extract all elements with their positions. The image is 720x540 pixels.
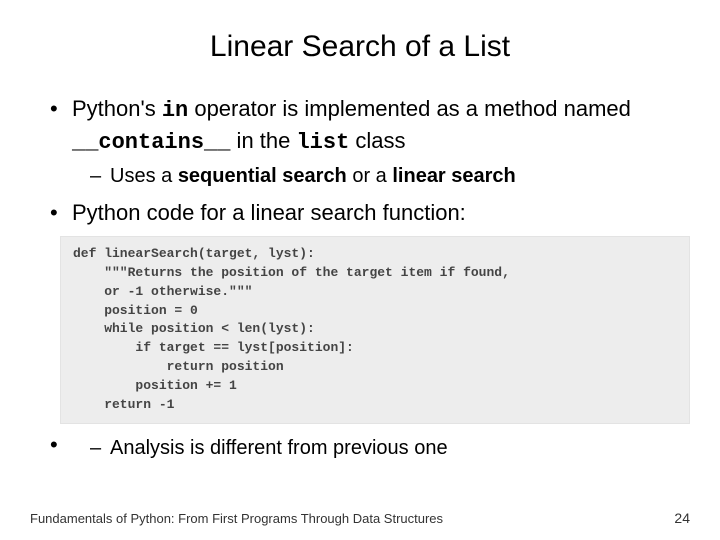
code-inline-contains: __contains__ (72, 130, 230, 155)
sub-bullet-1: Uses a sequential search or a linear sea… (90, 163, 690, 190)
text: Python code for a linear search function… (72, 200, 466, 225)
bullet-1: Python's in operator is implemented as a… (50, 94, 690, 190)
bullet-list-continued: . Analysis is different from previous on… (50, 430, 690, 463)
text: or a (347, 165, 393, 187)
footer: Fundamentals of Python: From First Progr… (30, 510, 690, 526)
text: Python's (72, 96, 162, 121)
text: in the (230, 128, 296, 153)
text: class (349, 128, 405, 153)
text: Uses a (110, 165, 178, 187)
sub-list-1: Uses a sequential search or a linear sea… (90, 163, 690, 190)
term-sequential: sequential search (178, 165, 347, 187)
page-title: Linear Search of a List (30, 30, 690, 64)
code-inline-list: list (296, 130, 349, 155)
code-inline-in: in (162, 98, 188, 123)
bullet-2-cont: . Analysis is different from previous on… (50, 430, 690, 463)
term-linear: linear search (392, 165, 515, 187)
sub-list-2: Analysis is different from previous one (90, 435, 690, 462)
text: operator is implemented as a method name… (188, 96, 631, 121)
code-block: def linearSearch(target, lyst): """Retur… (60, 236, 690, 424)
slide: Linear Search of a List Python's in oper… (0, 0, 720, 540)
bullet-2: Python code for a linear search function… (50, 198, 690, 228)
bullet-list: Python's in operator is implemented as a… (50, 94, 690, 228)
sub-bullet-2: Analysis is different from previous one (90, 435, 690, 462)
footer-text: Fundamentals of Python: From First Progr… (30, 511, 443, 526)
page-number: 24 (674, 510, 690, 526)
text: Analysis is different from previous one (110, 437, 448, 459)
